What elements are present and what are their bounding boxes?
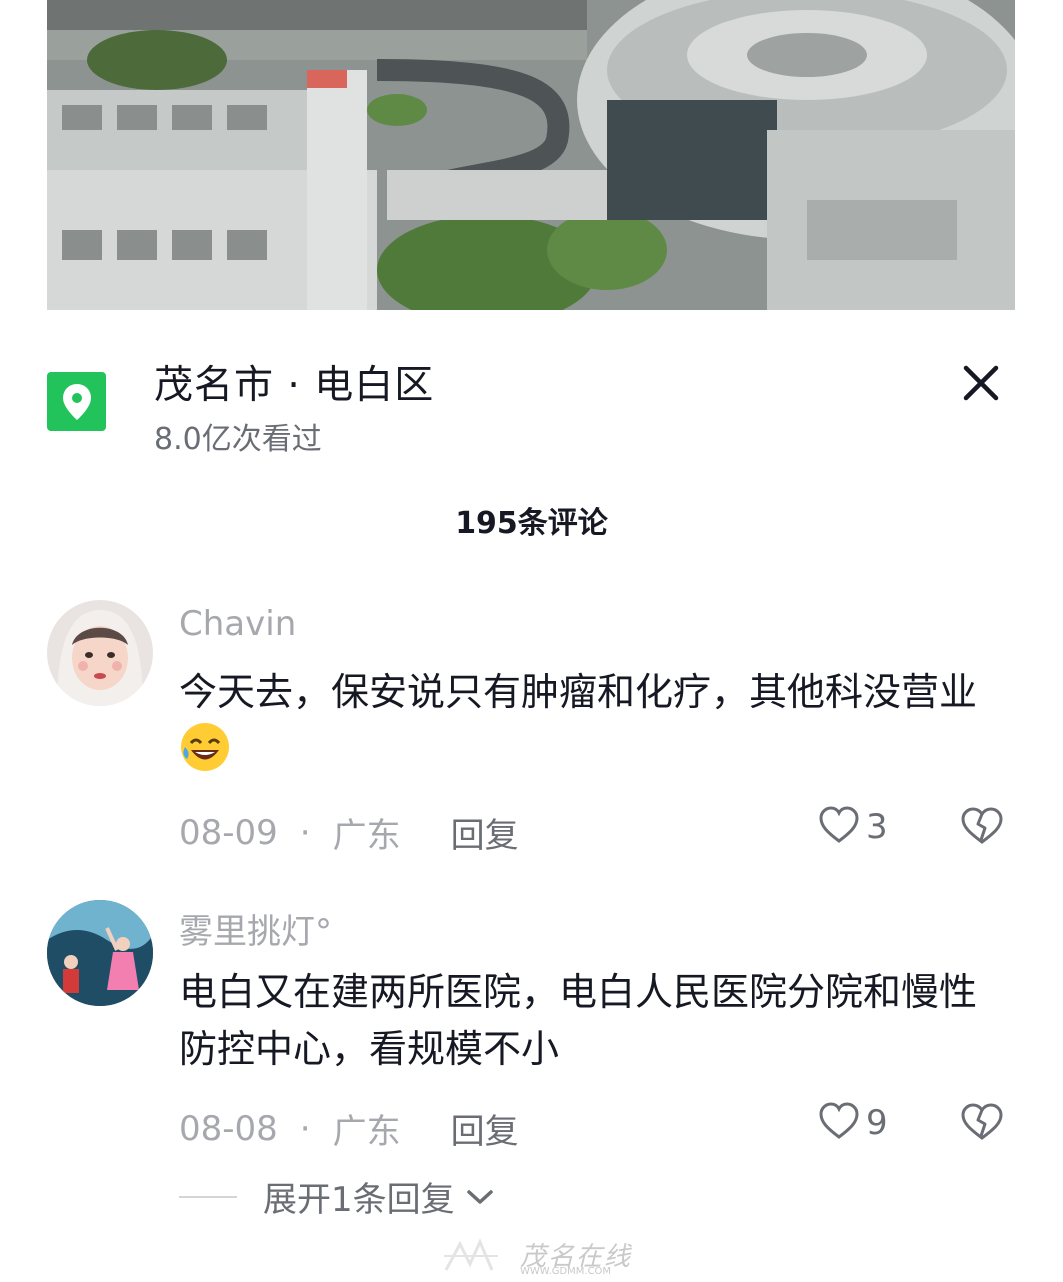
divider-line [179,1195,237,1198]
avatar[interactable] [47,900,153,1006]
comment-date: 08-08 [179,1108,278,1149]
location-title[interactable]: 茂名市 · 电白区 [154,354,434,410]
heart-icon [818,1101,860,1145]
chevron-down-icon [465,1187,495,1207]
meta-separator: · [299,812,311,853]
comment-date: 08-09 [179,812,278,853]
video-background [0,0,1063,340]
comment-count: 195条评论 [455,506,608,541]
comment-username[interactable]: 雾里挑灯° [179,904,332,953]
like-button[interactable]: 9 [818,1101,888,1145]
reply-button[interactable]: 回复 [451,1104,519,1153]
map-pin-icon[interactable] [47,372,106,431]
expand-replies-button[interactable]: 展开1条回复 [179,1172,495,1221]
rolling-laughing-emoji-icon [179,721,231,773]
aerial-hospital-photo [47,0,1015,340]
comment-region: 广东 [332,1112,401,1152]
broken-heart-icon[interactable] [960,805,1004,849]
comment-meta: 08-09 · 广东 回复 [179,808,519,857]
meta-separator: · [299,1108,311,1149]
like-count: 9 [866,1103,888,1143]
reply-button[interactable]: 回复 [451,808,519,857]
close-icon[interactable] [958,360,1004,406]
expand-replies-label: 展开1条回复 [263,1180,455,1220]
comment-text: 今天去，保安说只有肿瘤和化疗，其他科没营业 [179,664,999,781]
comments-sheet: 茂名市 · 电白区 8.0亿次看过 195条评论 [0,310,1063,1280]
heart-icon [818,805,860,849]
like-count: 3 [866,807,888,847]
comment-username[interactable]: Chavin [179,604,296,644]
comment-body: 今天去，保安说只有肿瘤和化疗，其他科没营业 [179,670,978,714]
watermark-url: WWW.GDMM.COM [520,1266,612,1277]
broken-heart-icon[interactable] [960,1101,1004,1145]
avatar[interactable] [47,600,153,706]
like-button[interactable]: 3 [818,805,888,849]
location-views: 8.0亿次看过 [154,422,322,457]
comment-region: 广东 [332,816,401,856]
comment-meta: 08-08 · 广东 回复 [179,1104,519,1153]
comment-text: 电白又在建两所医院，电白人民医院分院和慢性防控中心，看规模不小 [179,970,978,1071]
